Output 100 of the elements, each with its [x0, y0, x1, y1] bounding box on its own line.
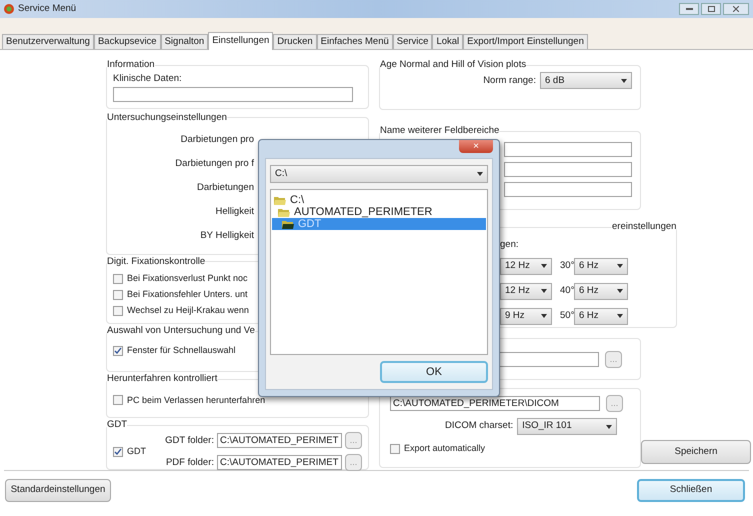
tab[interactable]: Export/Import Einstellungen [463, 34, 588, 49]
folder-icon [274, 196, 286, 204]
caret-icon [541, 264, 547, 268]
angle-label: 40° [560, 284, 574, 298]
checkbox-label: Bei Fixationsfehler Unters. unt [127, 288, 248, 302]
angle-label: 30° [560, 258, 574, 273]
checkbox-label: Wechsel zu Heijl-Krakau wenn [127, 304, 249, 318]
dropdown[interactable]: 9 Hz [500, 308, 552, 324]
group-title: GDT [107, 418, 128, 432]
tab[interactable]: Service [392, 34, 432, 49]
checked-checkbox[interactable] [113, 446, 123, 457]
tab[interactable]: Backupsevice [94, 34, 161, 49]
dropdown[interactable]: C:\ [270, 165, 488, 183]
group-title: Digit. Fixationskontrolle [107, 254, 206, 269]
checkbox-label: GDT [127, 444, 146, 458]
input-field[interactable] [499, 352, 599, 366]
input-field[interactable] [504, 182, 632, 198]
checkbox[interactable] [113, 306, 123, 316]
dropdown[interactable]: 6 Hz [574, 308, 628, 324]
checkbox[interactable] [113, 290, 123, 300]
caret-icon [477, 172, 483, 176]
save-button[interactable]: Speichern [641, 440, 751, 464]
input-field[interactable]: C:\AUTOMATED_PERIMET [217, 433, 342, 448]
field-label: Norm range: [483, 74, 536, 88]
setting-label: Darbietungen pro f [175, 156, 254, 171]
tab[interactable]: Einfaches Menü [316, 34, 393, 49]
folder-item[interactable]: C:\ [272, 194, 486, 206]
checkbox[interactable] [390, 444, 400, 454]
dropdown-value: 9 Hz [505, 308, 525, 323]
angle-label: 50° [560, 308, 574, 323]
setting-label: BY Helligkeit [200, 228, 254, 243]
ok-button[interactable]: OK [380, 361, 488, 383]
field-label: Klinische Daten: [113, 72, 183, 86]
maximize-icon [708, 6, 714, 12]
checked-checkbox[interactable] [113, 346, 123, 356]
group-title: Herunterfahren kontrolliert [107, 372, 218, 386]
folder-item[interactable]: AUTOMATED_PERIMETER [272, 206, 486, 218]
group-title: Age Normal and Hill of Vision plots [380, 58, 526, 72]
caret-icon [606, 424, 612, 428]
check-icon [114, 346, 122, 355]
group-title: ereinstellungen [612, 220, 676, 234]
input-field[interactable]: C:\AUTOMATED_PERIMET [217, 455, 342, 470]
caret-icon [541, 314, 547, 318]
dropdown-value: 12 Hz [505, 284, 530, 298]
checkbox-label: Fenster für Schnellauswahl [127, 344, 236, 357]
dropdown-value: 6 Hz [579, 258, 599, 273]
caret-icon [617, 289, 623, 293]
input-field[interactable] [113, 86, 353, 102]
setting-label: Darbietungen pro [180, 132, 254, 147]
field-label: gen: [500, 238, 520, 252]
caret-icon [621, 78, 627, 83]
dropdown[interactable]: 12 Hz [500, 282, 552, 300]
dropdown-value: ISO_IR 101 [522, 419, 572, 434]
checkbox-label: Export automatically [404, 442, 486, 456]
group-title: Untersuchungseinstellungen [107, 110, 227, 124]
app-icon [4, 4, 14, 14]
dropdown-value: 6 Hz [579, 308, 599, 323]
check-icon [114, 448, 122, 456]
input-field[interactable] [504, 162, 632, 178]
minimize-icon [686, 8, 692, 10]
caret-icon [617, 264, 623, 268]
dropdown[interactable]: 12 Hz [500, 258, 552, 274]
setting-label: Helligkeit [215, 204, 254, 219]
dropdown[interactable]: ISO_IR 101 [517, 418, 618, 435]
field-label: DICOM charset: [445, 419, 514, 434]
tab[interactable]: Drucken [273, 34, 317, 49]
group-title: Auswahl von Untersuchung und Ve [107, 324, 255, 338]
dropdown[interactable]: 6 dB [540, 72, 632, 90]
dropdown-value: 6 Hz [579, 284, 599, 298]
tab[interactable]: Lokal [432, 34, 464, 49]
dropdown-value: 6 dB [545, 74, 565, 88]
maximize-button[interactable] [701, 3, 721, 15]
input-field[interactable]: C:\AUTOMATED_PERIMETER\DICOM [390, 396, 600, 411]
close-button[interactable] [723, 3, 749, 15]
folder-label: GDT folder: [164, 434, 214, 448]
minimize-button[interactable] [679, 3, 699, 15]
checkbox[interactable] [113, 395, 123, 406]
folder-label: PDF folder: [164, 456, 214, 470]
group-title: Name weiterer Feldbereiche [380, 124, 500, 138]
close-icon [733, 6, 739, 12]
input-field[interactable] [504, 142, 632, 158]
close-window-button[interactable]: Schließen [637, 479, 745, 502]
checkbox-label: Bei Fixationsverlust Punkt noc [127, 272, 248, 286]
folder-icon [282, 220, 294, 228]
defaults-button[interactable]: Standardeinstellungen [5, 479, 111, 502]
window-title: Service Menü [18, 2, 76, 16]
group-title: Information [107, 58, 155, 72]
dropdown[interactable]: 6 Hz [574, 282, 628, 300]
tab[interactable]: Signalton [160, 34, 208, 49]
setting-label: Darbietungen [196, 180, 254, 195]
dropdown-value: 12 Hz [505, 258, 530, 273]
dropdown[interactable]: 6 Hz [574, 258, 628, 274]
caret-icon [617, 314, 623, 318]
tab[interactable]: Benutzerverwaltung [2, 34, 94, 49]
caret-icon [541, 289, 547, 293]
dropdown-value: C:\ [275, 166, 288, 181]
checkbox[interactable] [113, 274, 123, 284]
tab[interactable]: Einstellungen [208, 32, 274, 50]
checkbox-label: PC beim Verlassen herunterfahren [127, 394, 266, 407]
folder-icon [278, 208, 290, 216]
